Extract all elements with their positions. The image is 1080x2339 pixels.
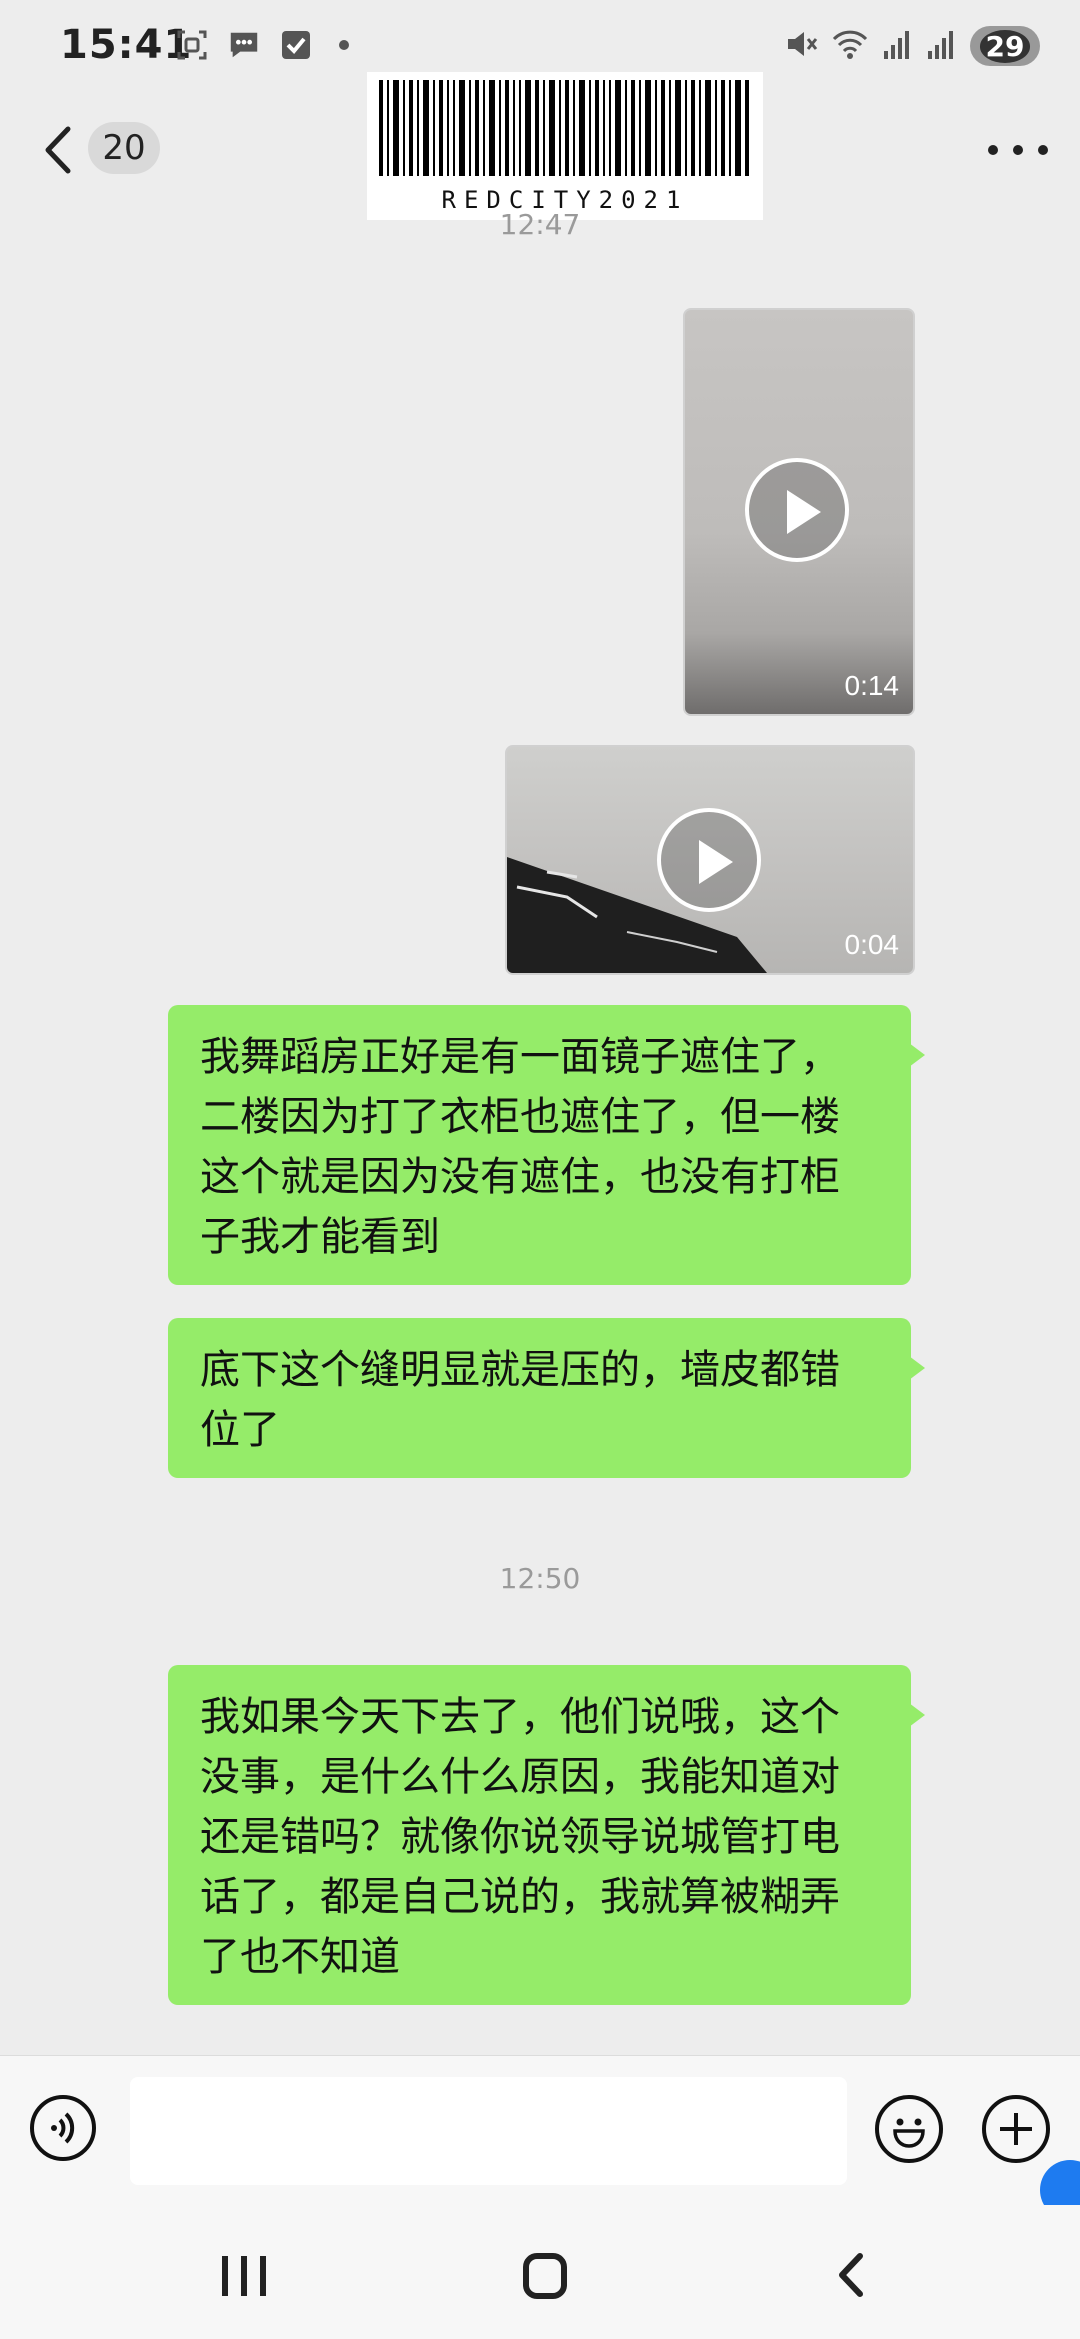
timestamp: 12:50 <box>499 1562 581 1595</box>
video-duration: 0:14 <box>844 670 900 701</box>
barcode-icon <box>379 80 749 176</box>
chat-bubble-icon <box>227 28 261 62</box>
message-input[interactable] <box>130 2077 847 2185</box>
more-options-icon[interactable] <box>988 130 1048 170</box>
signal-icon <box>882 27 912 65</box>
emoji-icon[interactable] <box>875 2095 943 2163</box>
mute-icon <box>784 27 818 65</box>
message-bubble[interactable]: 我如果今天下去了，他们说哦，这个没事，是什么什么原因，我能知道对还是错吗？就像你… <box>168 1665 925 2005</box>
unread-count-badge[interactable]: 20 <box>88 122 160 174</box>
voice-input-icon[interactable] <box>30 2095 96 2161</box>
message-text: 我舞蹈房正好是有一面镜子遮住了，二楼因为打了衣柜也遮住了，但一楼这个就是因为没有… <box>200 1034 840 1260</box>
status-dot <box>339 40 349 50</box>
message-text: 我如果今天下去了，他们说哦，这个没事，是什么什么原因，我能知道对还是错吗？就像你… <box>200 1694 840 1980</box>
wifi-icon <box>832 27 868 65</box>
timestamp: 12:47 <box>499 208 581 241</box>
message-text: 底下这个缝明显就是压的，墙皮都错位了 <box>200 1347 840 1453</box>
message-bubble[interactable]: 我舞蹈房正好是有一面镜子遮住了，二楼因为打了衣柜也遮住了，但一楼这个就是因为没有… <box>168 1005 925 1285</box>
video-message[interactable]: 0:14 <box>683 308 915 716</box>
battery-level: 29 <box>979 29 1031 63</box>
video-duration: 0:04 <box>844 929 900 960</box>
status-notification-icons <box>175 28 349 62</box>
add-attachment-icon[interactable] <box>982 2095 1050 2163</box>
home-icon[interactable] <box>523 2253 567 2299</box>
play-icon[interactable] <box>657 808 761 912</box>
battery-indicator: 29 <box>970 26 1040 66</box>
message-bubble[interactable]: 底下这个缝明显就是压的，墙皮都错位了 <box>168 1318 925 1478</box>
status-time: 15:41 <box>60 22 193 68</box>
barcode-watermark: REDCITY2021 <box>367 72 763 220</box>
signal-icon-2 <box>926 27 956 65</box>
back-icon[interactable] <box>40 125 80 175</box>
status-system-icons: 29 <box>784 26 1040 66</box>
video-message[interactable]: 0:04 <box>505 745 915 975</box>
screenshot-icon <box>175 28 209 62</box>
checkbox-icon <box>279 28 313 62</box>
play-icon[interactable] <box>745 458 849 562</box>
system-back-icon[interactable] <box>832 2250 872 2300</box>
recent-apps-icon[interactable] <box>222 2256 266 2296</box>
